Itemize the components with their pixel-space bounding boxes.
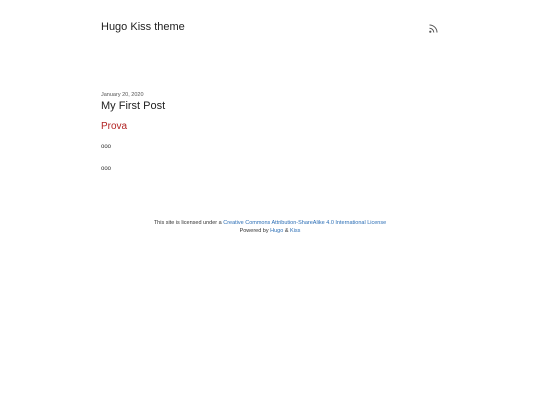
post-heading: Prova — [101, 121, 128, 132]
post-paragraph: ooo — [101, 166, 112, 172]
license-link[interactable]: Creative Commons Attribution-ShareAlike … — [223, 220, 386, 226]
license-line: This site is licensed under a Creative C… — [0, 220, 540, 227]
page: Hugo Kiss theme January 20, 2020 My Firs… — [0, 0, 540, 405]
kiss-link[interactable]: Kiss — [290, 228, 300, 234]
post-paragraph: ooo — [101, 144, 112, 150]
hugo-link[interactable]: Hugo — [270, 228, 283, 234]
site-title-link[interactable]: Hugo Kiss theme — [101, 20, 185, 34]
post-date: January 20, 2020 — [101, 92, 144, 98]
rss-icon[interactable] — [429, 24, 438, 33]
post-title: My First Post — [101, 100, 166, 112]
powered-prefix: Powered by — [239, 228, 271, 234]
powered-by-line: Powered by Hugo & Kiss — [0, 228, 540, 235]
license-prefix: This site is licensed under a — [153, 220, 224, 226]
